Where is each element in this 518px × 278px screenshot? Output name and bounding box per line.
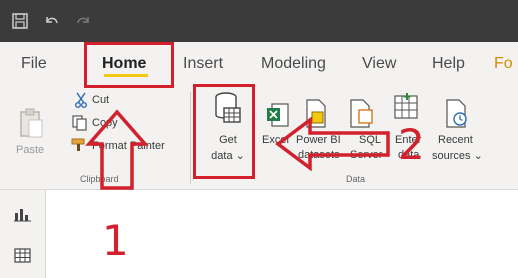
left-arrow-icon xyxy=(275,116,390,172)
step-2-label: 2 xyxy=(398,120,425,169)
annotation-arrows xyxy=(85,109,390,190)
step-1-label: 1 xyxy=(102,216,129,265)
up-arrow-icon xyxy=(85,109,149,190)
